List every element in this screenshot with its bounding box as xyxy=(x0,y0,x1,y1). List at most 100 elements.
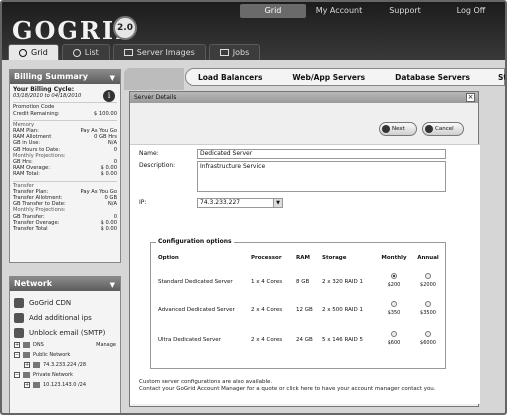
network-icon xyxy=(23,372,30,378)
network-header[interactable]: Network ▼ xyxy=(10,277,120,291)
tab-load-balancers[interactable]: Load Balancers xyxy=(186,73,262,82)
server-form: Name: Dedicated Server Description: Infr… xyxy=(130,144,480,404)
annual-radio-cell[interactable]: $2000 xyxy=(413,273,443,288)
name-field[interactable]: Dedicated Server xyxy=(197,149,446,159)
annual-price: $3500 xyxy=(420,310,436,316)
col-option: Option xyxy=(158,255,179,261)
memory-section: Memory RAM Plan: Pay As You Go RAM Allotm… xyxy=(13,119,118,178)
option-name: Ultra Dedicated Server xyxy=(158,337,221,343)
ram-total-value: $ 0.00 xyxy=(100,171,118,178)
col-processor: Processor xyxy=(251,255,282,261)
tree-private-ip[interactable]: +10.123.143.0 /24 xyxy=(14,380,116,390)
description-label: Description: xyxy=(139,162,176,169)
annual-radio-cell[interactable]: $3500 xyxy=(413,301,443,316)
radio-button[interactable] xyxy=(425,301,431,307)
tab-jobs-label: Jobs xyxy=(232,47,250,57)
private-network-label: Private Network xyxy=(33,372,73,378)
ip-icon xyxy=(33,382,40,388)
expand-icon[interactable]: + xyxy=(24,362,30,368)
monthly-radio-cell[interactable]: $600 xyxy=(379,331,409,346)
jobs-icon xyxy=(219,49,229,56)
chevron-down-icon[interactable]: ▼ xyxy=(273,199,282,207)
col-ram: RAM xyxy=(296,255,310,261)
billing-summary-title: Billing Summary xyxy=(14,72,88,81)
gogrid-cdn-link[interactable]: GoGrid CDN xyxy=(14,295,116,310)
tab-list[interactable]: List xyxy=(61,44,110,60)
billing-cycle-range: 03/18/2010 to 04/18/2010 xyxy=(13,93,82,100)
ip-label: IP: xyxy=(139,199,147,206)
add-ips-link[interactable]: Add additional ips xyxy=(14,310,116,325)
option-ram: 12 GB xyxy=(296,307,313,313)
nav-grid[interactable]: Grid xyxy=(240,4,306,18)
network-title: Network xyxy=(14,279,53,288)
monthly-price: $600 xyxy=(387,340,401,346)
monthly-price: $350 xyxy=(387,310,401,316)
radio-button[interactable] xyxy=(391,331,397,337)
footer-line-2[interactable]: Contact your GoGrid Account Manager for … xyxy=(139,386,436,393)
cancel-icon xyxy=(425,125,433,133)
option-processor: 2 x 4 Cores xyxy=(251,337,283,343)
annual-price: $2000 xyxy=(420,282,436,288)
tree-dns[interactable]: + DNS Manage xyxy=(14,340,116,350)
gogrid-cdn-label: GoGrid CDN xyxy=(29,298,72,307)
description-field[interactable]: Infrastructure Service xyxy=(197,161,446,192)
tab-storage[interactable]: Storage xyxy=(470,73,505,82)
collapse-tree-icon[interactable]: − xyxy=(14,352,20,358)
nav-log-off[interactable]: Log Off xyxy=(438,4,504,18)
ip-icon xyxy=(33,362,40,368)
monthly-radio-cell[interactable]: $350 xyxy=(379,301,409,316)
expand-icon[interactable]: + xyxy=(24,382,30,388)
radio-button[interactable] xyxy=(425,273,431,279)
server-type-tabs: Load Balancers Web/App Servers Database … xyxy=(185,68,505,86)
credit-label: Credit Remaining: xyxy=(13,110,60,117)
tr-total-row: Transfer Total $ 0.00 xyxy=(13,226,117,232)
name-label: Name: xyxy=(139,150,159,157)
info-icon[interactable]: i xyxy=(103,90,115,102)
tab-jobs[interactable]: Jobs xyxy=(208,44,261,60)
tab-server-images-label: Server Images xyxy=(136,47,195,57)
unblock-email-link[interactable]: Unblock email (SMTP) xyxy=(14,325,116,340)
gb-hours-value: 0 xyxy=(113,146,117,153)
server-details-dialog: Server Details × Next Cancel Name: Dedica… xyxy=(129,91,480,407)
ip-value: 74.3.233.227 xyxy=(200,199,241,206)
monthly-price: $200 xyxy=(387,282,401,288)
collapse-icon[interactable]: ▼ xyxy=(110,71,115,85)
nav-my-account[interactable]: My Account xyxy=(306,4,372,18)
tree-public-network[interactable]: − Public Network xyxy=(14,350,116,360)
radio-button[interactable] xyxy=(425,331,431,337)
gb-hours-label: GB Hours to Date: xyxy=(13,146,61,153)
main-content: Billing Summary ▼ i Your Billing Cycle: 0… xyxy=(2,60,505,413)
ip-select[interactable]: 74.3.233.227 ▼ xyxy=(197,198,283,208)
option-storage: 5 x 146 RAID 5 xyxy=(322,337,363,343)
config-title: Configuration options xyxy=(156,238,234,245)
monthly-radio-cell[interactable]: $200 xyxy=(379,273,409,288)
app-window: GOGRID 2.0 Grid My Account Support Log O… xyxy=(0,0,507,415)
nav-support[interactable]: Support xyxy=(372,4,438,18)
option-name: Advanced Dedicated Server xyxy=(158,307,235,313)
annual-radio-cell[interactable]: $6000 xyxy=(413,331,443,346)
dns-label: DNS xyxy=(33,342,44,348)
tab-web-app-servers[interactable]: Web/App Servers xyxy=(262,73,365,82)
grid-strip xyxy=(124,68,184,90)
gb-tr-value: N/A xyxy=(107,201,117,208)
app-header: GOGRID 2.0 Grid My Account Support Log O… xyxy=(2,2,505,62)
close-icon[interactable]: × xyxy=(466,93,475,102)
tab-grid[interactable]: Grid xyxy=(8,44,59,60)
radio-button[interactable] xyxy=(391,273,397,279)
collapse-icon[interactable]: ▼ xyxy=(110,278,115,292)
tab-database-servers[interactable]: Database Servers xyxy=(365,73,470,82)
manage-link[interactable]: Manage xyxy=(96,340,116,350)
tree-public-ip[interactable]: +74.3.233.224 /28 xyxy=(14,360,116,370)
tab-server-images[interactable]: Server Images xyxy=(112,44,206,60)
dns-icon xyxy=(23,342,30,348)
radio-button[interactable] xyxy=(391,301,397,307)
add-ip-icon xyxy=(14,312,24,323)
expand-icon[interactable]: + xyxy=(14,342,20,348)
transfer-section: Transfer Transfer Plan: Pay As You Go Tra… xyxy=(13,180,117,233)
next-button[interactable]: Next xyxy=(379,122,417,136)
billing-summary-header[interactable]: Billing Summary ▼ xyxy=(10,70,120,84)
collapse-tree-icon[interactable]: − xyxy=(14,372,20,378)
option-name: Standard Dedicated Server xyxy=(158,279,233,285)
cancel-button[interactable]: Cancel xyxy=(422,122,464,136)
tree-private-network[interactable]: − Private Network xyxy=(14,370,116,380)
